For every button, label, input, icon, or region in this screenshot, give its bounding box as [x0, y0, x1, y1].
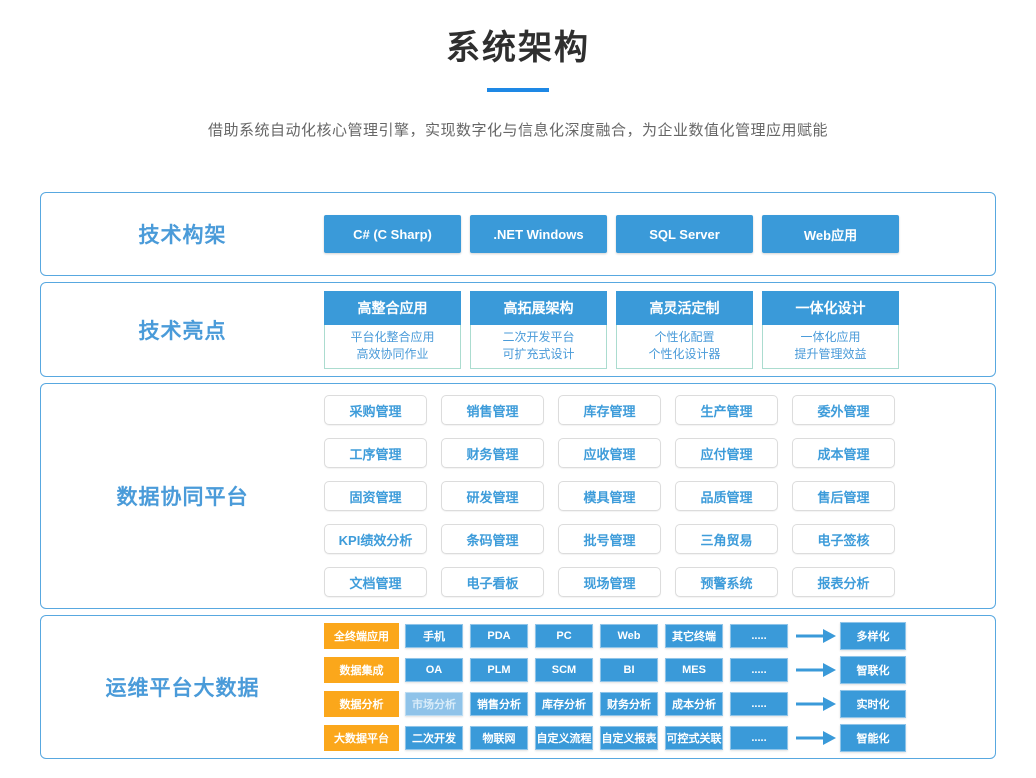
module-button[interactable]: 批号管理: [558, 524, 661, 554]
module-grid: 采购管理 销售管理 库存管理 生产管理 委外管理 工序管理 财务管理 应收管理 …: [324, 395, 995, 597]
highlight-card-line: 高效协同作业: [325, 346, 460, 363]
module-button[interactable]: 研发管理: [441, 481, 544, 511]
module-button[interactable]: 工序管理: [324, 438, 427, 468]
module-button[interactable]: 成本管理: [792, 438, 895, 468]
module-button[interactable]: 三角贸易: [675, 524, 778, 554]
title-underline: [487, 88, 549, 92]
ops-chip-ellipsis: .....: [730, 624, 788, 648]
highlight-card: 高灵活定制 个性化配置 个性化设计器: [616, 291, 753, 369]
panel-ops-platform: 运维平台大数据 全终端应用 手机 PDA PC Web 其它终端 ..... 多…: [40, 615, 996, 759]
tech-stack-button-dotnet[interactable]: .NET Windows: [470, 215, 607, 253]
ops-chip: 自定义报表: [600, 726, 658, 750]
highlight-card-title: 高拓展架构: [470, 291, 607, 325]
ops-chip: PC: [535, 624, 593, 648]
tech-stack-button-sqlserver[interactable]: SQL Server: [616, 215, 753, 253]
module-button[interactable]: 采购管理: [324, 395, 427, 425]
ops-result-chip: 智联化: [840, 656, 906, 684]
ops-row-bigdata: 大数据平台 二次开发 物联网 自定义流程 自定义报表 可控式关联 ..... 智…: [324, 724, 995, 752]
ops-chip: SCM: [535, 658, 593, 682]
module-button[interactable]: 应收管理: [558, 438, 661, 468]
module-button[interactable]: 应付管理: [675, 438, 778, 468]
highlight-card-title: 一体化设计: [762, 291, 899, 325]
module-button[interactable]: 文档管理: [324, 567, 427, 597]
highlight-card-line: 提升管理效益: [763, 346, 898, 363]
highlight-card-line: 可扩充式设计: [471, 346, 606, 363]
ops-chip: 库存分析: [535, 692, 593, 716]
module-button[interactable]: 模具管理: [558, 481, 661, 511]
highlight-card-line: 平台化整合应用: [325, 329, 460, 346]
highlight-card: 高整合应用 平台化整合应用 高效协同作业: [324, 291, 461, 369]
ops-chip: 手机: [405, 624, 463, 648]
module-button[interactable]: 销售管理: [441, 395, 544, 425]
panel-tech-stack: 技术构架 C# (C Sharp) .NET Windows SQL Serve…: [40, 192, 996, 276]
tech-stack-button-csharp[interactable]: C# (C Sharp): [324, 215, 461, 253]
ops-chip: 成本分析: [665, 692, 723, 716]
ops-chip: MES: [665, 658, 723, 682]
highlight-card-title: 高灵活定制: [616, 291, 753, 325]
module-button[interactable]: 品质管理: [675, 481, 778, 511]
highlight-card: 一体化设计 一体化应用 提升管理效益: [762, 291, 899, 369]
architecture-panels: 技术构架 C# (C Sharp) .NET Windows SQL Serve…: [0, 192, 1036, 759]
module-button[interactable]: 预警系统: [675, 567, 778, 597]
ops-chip: 物联网: [470, 726, 528, 750]
ops-chip: 销售分析: [470, 692, 528, 716]
highlight-card-line: 个性化配置: [617, 329, 752, 346]
ops-result-chip: 智能化: [840, 724, 906, 752]
module-button[interactable]: 售后管理: [792, 481, 895, 511]
page-subtitle: 借助系统自动化核心管理引擎，实现数字化与信息化深度融合，为企业数值化管理应用赋能: [0, 119, 1036, 140]
tech-stack-button-web[interactable]: Web应用: [762, 215, 899, 253]
ops-chip-muted: 市场分析: [405, 692, 463, 716]
module-button[interactable]: 电子看板: [441, 567, 544, 597]
panel-highlights-label: 技术亮点: [41, 315, 324, 345]
module-button[interactable]: 报表分析: [792, 567, 895, 597]
ops-result-chip: 多样化: [840, 622, 906, 650]
panel-ops-platform-label: 运维平台大数据: [41, 672, 324, 702]
ops-chip: BI: [600, 658, 658, 682]
module-button[interactable]: 电子签核: [792, 524, 895, 554]
ops-row-terminals: 全终端应用 手机 PDA PC Web 其它终端 ..... 多样化: [324, 622, 995, 650]
panel-highlights: 技术亮点 高整合应用 平台化整合应用 高效协同作业 高拓展架构 二次开发平台 可…: [40, 282, 996, 377]
highlight-card-line: 一体化应用: [763, 329, 898, 346]
module-button[interactable]: KPI绩效分析: [324, 524, 427, 554]
ops-row-integration: 数据集成 OA PLM SCM BI MES ..... 智联化: [324, 656, 995, 684]
ops-tag: 大数据平台: [324, 725, 399, 751]
ops-tag: 数据分析: [324, 691, 399, 717]
ops-chip-ellipsis: .....: [730, 658, 788, 682]
ops-chip: 其它终端: [665, 624, 723, 648]
module-button[interactable]: 生产管理: [675, 395, 778, 425]
module-button[interactable]: 现场管理: [558, 567, 661, 597]
panel-tech-stack-label: 技术构架: [41, 219, 324, 249]
arrow-right-icon: [796, 663, 836, 677]
highlight-card: 高拓展架构 二次开发平台 可扩充式设计: [470, 291, 607, 369]
page-title: 系统架构: [0, 20, 1036, 69]
ops-tag: 全终端应用: [324, 623, 399, 649]
module-button[interactable]: 财务管理: [441, 438, 544, 468]
module-button[interactable]: 固资管理: [324, 481, 427, 511]
ops-chip-ellipsis: .....: [730, 692, 788, 716]
ops-chip: PDA: [470, 624, 528, 648]
ops-chip: 可控式关联: [665, 726, 723, 750]
arrow-right-icon: [796, 629, 836, 643]
ops-chip: 自定义流程: [535, 726, 593, 750]
module-button[interactable]: 条码管理: [441, 524, 544, 554]
highlight-card-title: 高整合应用: [324, 291, 461, 325]
ops-result-chip: 实时化: [840, 690, 906, 718]
ops-chip: Web: [600, 624, 658, 648]
highlight-card-line: 个性化设计器: [617, 346, 752, 363]
ops-tag: 数据集成: [324, 657, 399, 683]
page-header: 系统架构 借助系统自动化核心管理引擎，实现数字化与信息化深度融合，为企业数值化管…: [0, 0, 1036, 140]
arrow-right-icon: [796, 731, 836, 745]
ops-chip: 二次开发: [405, 726, 463, 750]
arrow-right-icon: [796, 697, 836, 711]
highlight-card-line: 二次开发平台: [471, 329, 606, 346]
panel-data-platform: 数据协同平台 采购管理 销售管理 库存管理 生产管理 委外管理 工序管理 财务管…: [40, 383, 996, 609]
ops-row-analysis: 数据分析 市场分析 销售分析 库存分析 财务分析 成本分析 ..... 实时化: [324, 690, 995, 718]
module-button[interactable]: 委外管理: [792, 395, 895, 425]
ops-chip: OA: [405, 658, 463, 682]
ops-chip: 财务分析: [600, 692, 658, 716]
module-button[interactable]: 库存管理: [558, 395, 661, 425]
ops-chip-ellipsis: .....: [730, 726, 788, 750]
panel-data-platform-label: 数据协同平台: [41, 481, 324, 511]
ops-chip: PLM: [470, 658, 528, 682]
